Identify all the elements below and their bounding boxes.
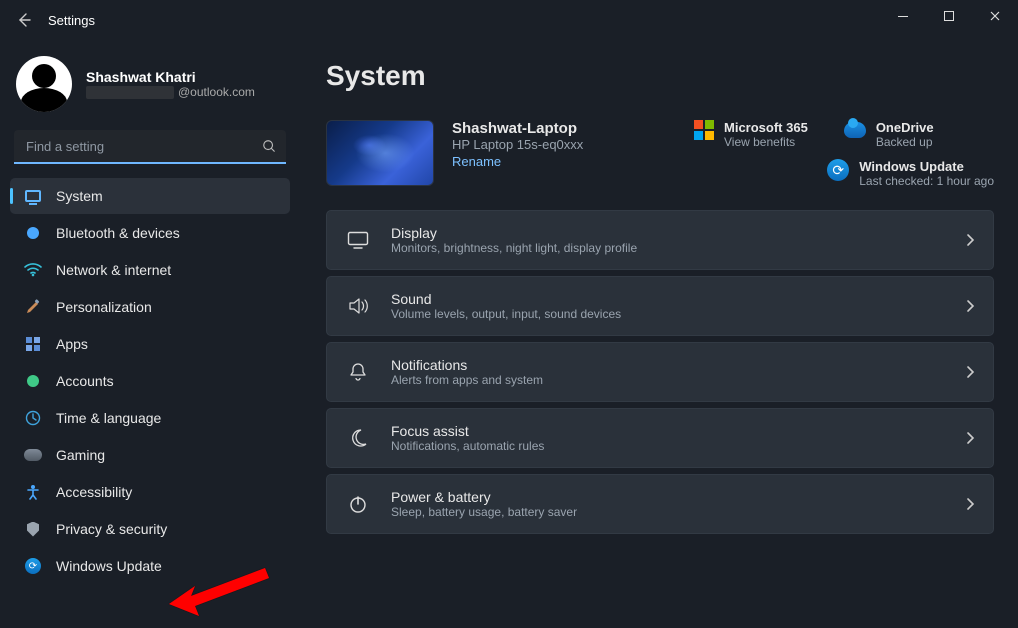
minimize-button[interactable] <box>880 0 926 32</box>
chevron-right-icon <box>965 431 975 445</box>
sidebar-item-accessibility[interactable]: Accessibility <box>10 474 290 510</box>
cloud-m365[interactable]: Microsoft 365 View benefits <box>694 120 808 149</box>
chevron-right-icon <box>965 233 975 247</box>
onedrive-icon <box>844 122 866 138</box>
wifi-icon <box>24 261 42 279</box>
profile-block[interactable]: Shashwat Khatri @outlook.com <box>10 52 290 130</box>
search-icon <box>262 139 276 153</box>
sidebar: Shashwat Khatri @outlook.com System Blue… <box>0 40 300 628</box>
setting-sound[interactable]: SoundVolume levels, output, input, sound… <box>326 276 994 336</box>
back-button[interactable] <box>8 4 40 36</box>
globe-clock-icon <box>24 409 42 427</box>
sidebar-item-privacy[interactable]: Privacy & security <box>10 511 290 547</box>
setting-power-battery[interactable]: Power & batterySleep, battery usage, bat… <box>326 474 994 534</box>
bell-icon <box>345 362 371 382</box>
cloud-windows-update[interactable]: ⟳ Windows Update Last checked: 1 hour ag… <box>827 159 994 188</box>
search-field[interactable] <box>14 130 286 164</box>
sidebar-item-apps[interactable]: Apps <box>10 326 290 362</box>
profile-name: Shashwat Khatri <box>86 69 255 85</box>
microsoft-logo-icon <box>694 120 714 140</box>
titlebar: Settings <box>0 0 1018 40</box>
update-icon: ⟳ <box>827 159 849 181</box>
device-model: HP Laptop 15s-eq0xxx <box>452 137 622 152</box>
page-title: System <box>326 60 994 92</box>
maximize-icon <box>943 10 955 22</box>
sidebar-item-windows-update[interactable]: ⟳Windows Update <box>10 548 290 584</box>
sidebar-item-accounts[interactable]: Accounts <box>10 363 290 399</box>
settings-list: DisplayMonitors, brightness, night light… <box>326 210 994 534</box>
apps-icon <box>24 335 42 353</box>
app-title: Settings <box>48 13 95 28</box>
shield-icon <box>24 520 42 538</box>
avatar-icon <box>16 56 72 112</box>
minimize-icon <box>897 10 909 22</box>
sidebar-item-gaming[interactable]: Gaming <box>10 437 290 473</box>
power-icon <box>345 494 371 514</box>
sidebar-item-network[interactable]: Network & internet <box>10 252 290 288</box>
update-icon: ⟳ <box>24 557 42 575</box>
chevron-right-icon <box>965 365 975 379</box>
accessibility-icon <box>24 483 42 501</box>
close-icon <box>989 10 1001 22</box>
chevron-right-icon <box>965 299 975 313</box>
paintbrush-icon <box>24 298 42 316</box>
close-button[interactable] <box>972 0 1018 32</box>
window-controls <box>880 0 1018 32</box>
rename-link[interactable]: Rename <box>452 154 501 169</box>
setting-display[interactable]: DisplayMonitors, brightness, night light… <box>326 210 994 270</box>
sidebar-item-bluetooth[interactable]: Bluetooth & devices <box>10 215 290 251</box>
redacted-email-local <box>86 86 174 99</box>
gamepad-icon <box>24 446 42 464</box>
device-name: Shashwat-Laptop <box>452 120 622 137</box>
search-input[interactable] <box>14 130 286 164</box>
device-thumbnail[interactable] <box>326 120 434 186</box>
profile-email: @outlook.com <box>86 85 255 99</box>
sidebar-nav: System Bluetooth & devices Network & int… <box>10 178 290 584</box>
arrow-left-icon <box>16 12 32 28</box>
sound-icon <box>345 297 371 315</box>
sidebar-item-time[interactable]: Time & language <box>10 400 290 436</box>
moon-icon <box>345 428 371 448</box>
monitor-icon <box>24 187 42 205</box>
sidebar-item-personalization[interactable]: Personalization <box>10 289 290 325</box>
device-info: Shashwat-Laptop HP Laptop 15s-eq0xxx Ren… <box>452 120 622 171</box>
display-icon <box>345 231 371 249</box>
cloud-onedrive[interactable]: OneDrive Backed up <box>844 120 934 149</box>
content-area: System Shashwat-Laptop HP Laptop 15s-eq0… <box>300 40 1018 628</box>
person-icon <box>24 372 42 390</box>
setting-focus-assist[interactable]: Focus assistNotifications, automatic rul… <box>326 408 994 468</box>
setting-notifications[interactable]: NotificationsAlerts from apps and system <box>326 342 994 402</box>
device-summary-row: Shashwat-Laptop HP Laptop 15s-eq0xxx Ren… <box>326 120 994 188</box>
maximize-button[interactable] <box>926 0 972 32</box>
bluetooth-icon <box>24 224 42 242</box>
sidebar-item-system[interactable]: System <box>10 178 290 214</box>
chevron-right-icon <box>965 497 975 511</box>
